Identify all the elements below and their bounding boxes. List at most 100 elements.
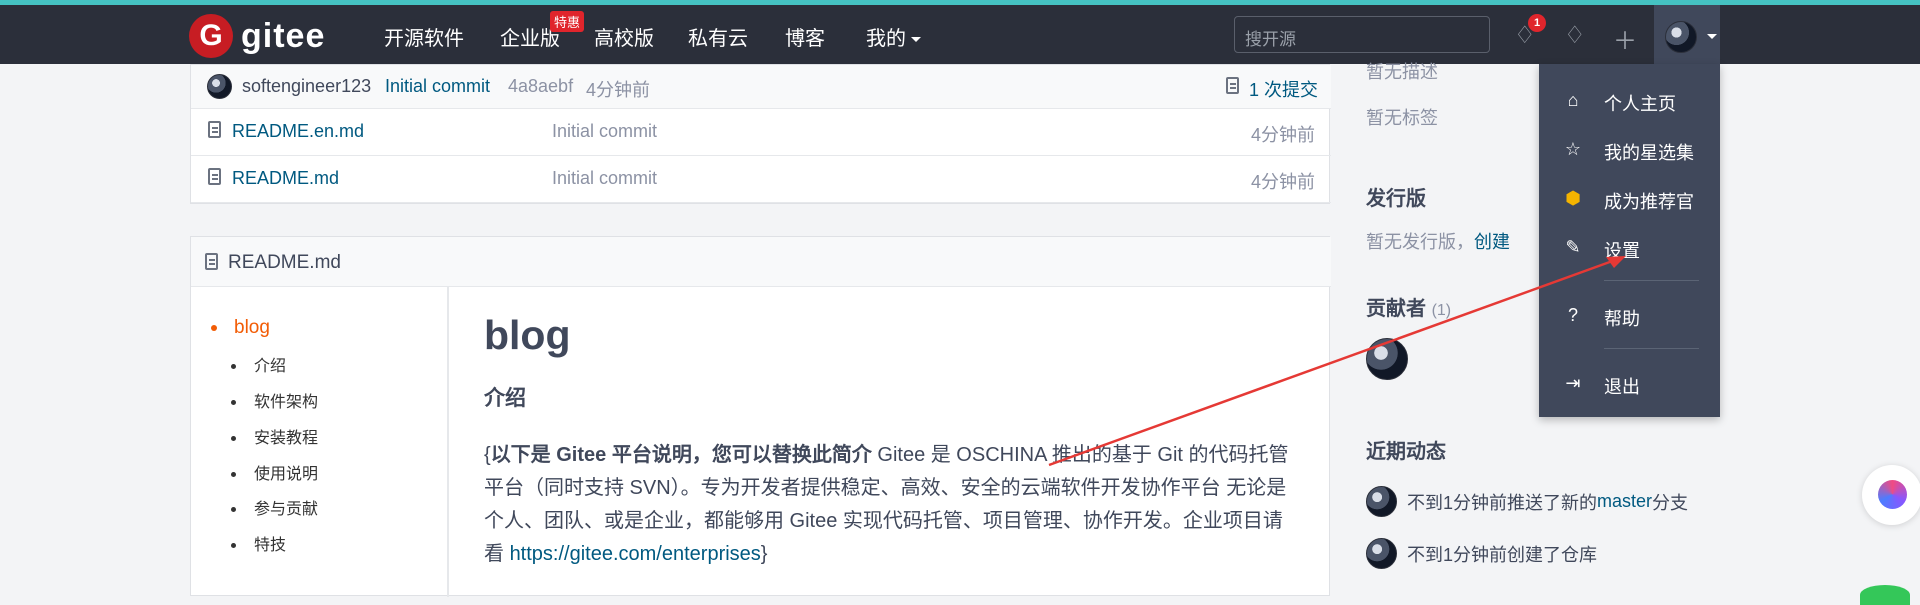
contributors-title-label: 贡献者 <box>1366 298 1426 320</box>
menu-profile[interactable]: ⌂ 个人主页 <box>1539 78 1720 124</box>
floating-assistant-button[interactable] <box>1862 465 1920 525</box>
help-icon: ? <box>1567 305 1578 325</box>
readme-header: README.md <box>191 237 1331 287</box>
nav-education[interactable]: 高校版 <box>594 22 654 51</box>
commit-hash[interactable]: 4a8aebf <box>508 76 573 97</box>
readme-table-of-contents: blog 介绍 软件架构 安装教程 使用说明 参与贡献 特技 <box>191 287 449 597</box>
toc-main-label: blog <box>234 317 270 338</box>
recent-activity-title: 近期动态 <box>1366 441 1446 463</box>
activity-text-suffix: 分支 <box>1652 492 1689 513</box>
activity-text: 不到1分钟前创建了仓库 <box>1407 544 1598 565</box>
activity-text: 不到1分钟前推送了新的 <box>1407 492 1598 513</box>
file-commit-message[interactable]: Initial commit <box>552 121 657 142</box>
menu-recommend-label: 成为推荐官 <box>1604 192 1694 212</box>
menu-divider <box>1604 280 1699 281</box>
paragraph-suffix: } <box>760 543 768 565</box>
readme-filename: README.md <box>228 252 341 273</box>
file-row[interactable]: README.en.md Initial commit 4分钟前 <box>191 109 1331 156</box>
nav-private-cloud[interactable]: 私有云 <box>688 22 748 51</box>
user-avatar <box>1665 21 1697 53</box>
commit-time: 4分钟前 <box>586 80 651 100</box>
recommend-icon: ⬢ <box>1565 188 1581 208</box>
menu-logout[interactable]: ⇥ 退出 <box>1539 361 1720 407</box>
toc-item[interactable]: 特技 <box>231 531 286 555</box>
branch-link[interactable]: master <box>1597 491 1652 512</box>
activity-user-avatar[interactable] <box>1366 486 1397 517</box>
gitee-logo-icon: G <box>189 14 233 58</box>
paragraph-prefix: { <box>484 444 491 466</box>
enterprise-promo-badge: 特惠 <box>550 11 585 32</box>
bullet-icon <box>231 507 236 513</box>
menu-settings-label: 设置 <box>1604 241 1640 261</box>
paragraph-bold-note: 以下是 Gitee 平台说明，您可以替换此简介 <box>490 444 872 466</box>
bullet-icon <box>231 472 236 478</box>
toc-item[interactable]: 参与贡献 <box>231 495 318 519</box>
create-release-link[interactable]: 创建 <box>1474 232 1510 252</box>
file-commit-message[interactable]: Initial commit <box>552 168 657 189</box>
bullet-icon <box>231 364 236 370</box>
bullet-icon <box>231 543 236 549</box>
commit-message-link[interactable]: Initial commit <box>385 76 490 97</box>
top-navbar: G gitee 开源软件 企业版 特惠 高校版 私有云 博客 我的 搜开源 ♢ … <box>0 5 1920 64</box>
file-name-link[interactable]: README.en.md <box>232 121 364 142</box>
file-icon <box>208 168 221 185</box>
logout-icon: ⇥ <box>1565 373 1581 393</box>
contributors-count: (1) <box>1431 302 1452 319</box>
menu-logout-label: 退出 <box>1604 377 1640 397</box>
brain-icon <box>1878 480 1907 509</box>
menu-divider <box>1604 348 1699 349</box>
toc-item[interactable]: 使用说明 <box>231 460 318 484</box>
nav-my-label: 我的 <box>866 28 906 50</box>
readme-file-icon <box>205 253 218 270</box>
plus-icon[interactable]: ＋ <box>1613 21 1637 56</box>
toc-item[interactable]: 软件架构 <box>231 388 318 412</box>
bullet-icon <box>231 400 236 406</box>
enterprise-link[interactable]: https://gitee.com/enterprises <box>510 543 761 565</box>
star-icon: ☆ <box>1564 139 1582 159</box>
menu-help[interactable]: ? 帮助 <box>1539 293 1720 339</box>
file-updated-time: 4分钟前 <box>1251 172 1316 192</box>
menu-recommend[interactable]: ⬢ 成为推荐官 <box>1539 176 1720 222</box>
nav-open-source[interactable]: 开源软件 <box>384 22 464 51</box>
floating-green-button[interactable] <box>1860 585 1910 605</box>
contributors-title: 贡献者 (1) <box>1366 292 1451 321</box>
home-icon: ⌂ <box>1567 90 1579 110</box>
search-input[interactable]: 搜开源 <box>1234 16 1490 53</box>
readme-title: blog <box>484 312 571 358</box>
notification-count-badge: 1 <box>1528 14 1546 32</box>
menu-profile-label: 个人主页 <box>1604 94 1676 114</box>
lightbulb-icon[interactable]: ♢ <box>1564 21 1586 50</box>
file-name-link[interactable]: README.md <box>232 168 339 189</box>
repo-tags: 暂无标签 <box>1366 108 1438 128</box>
commit-history-icon <box>1226 77 1239 94</box>
commit-count-link[interactable]: 1 次提交 <box>1249 76 1318 102</box>
toc-item-label: 参与贡献 <box>254 501 319 518</box>
activity-user-avatar[interactable] <box>1366 538 1397 569</box>
menu-settings[interactable]: ✎ 设置 <box>1539 225 1720 271</box>
gitee-logo[interactable]: G gitee <box>189 14 325 58</box>
user-dropdown-menu: ⌂ 个人主页 ☆ 我的星选集 ⬢ 成为推荐官 ✎ 设置 ? 帮助 ⇥ 退出 <box>1539 64 1720 417</box>
readme-section-heading: 介绍 <box>484 387 526 410</box>
nav-blog[interactable]: 博客 <box>785 22 825 51</box>
contributor-avatar[interactable] <box>1366 338 1408 380</box>
settings-edit-icon: ✎ <box>1565 237 1581 257</box>
release-empty-label: 暂无发行版， <box>1366 232 1474 252</box>
file-row[interactable]: README.md Initial commit 4分钟前 <box>191 156 1331 203</box>
commit-author[interactable]: softengineer123 <box>242 76 371 97</box>
release-empty-text: 暂无发行版，创建 <box>1366 228 1510 254</box>
chevron-down-icon <box>1707 34 1717 39</box>
toc-item-label: 特技 <box>254 537 287 554</box>
readme-panel: README.md blog 介绍 软件架构 安装教程 使用说明 参与贡献 特技… <box>190 236 1331 597</box>
bullet-icon <box>211 324 217 331</box>
user-avatar-menu-trigger[interactable] <box>1654 5 1720 64</box>
file-updated-time: 4分钟前 <box>1251 125 1316 145</box>
toc-item-label: 使用说明 <box>254 466 319 483</box>
repo-description: 暂无描述 <box>1366 62 1438 82</box>
nav-my-menu[interactable]: 我的 <box>866 22 921 51</box>
toc-item[interactable]: 介绍 <box>231 352 286 376</box>
toc-item[interactable]: 安装教程 <box>231 424 318 448</box>
commit-author-avatar <box>207 74 232 99</box>
menu-help-label: 帮助 <box>1604 309 1640 329</box>
menu-starred[interactable]: ☆ 我的星选集 <box>1539 127 1720 173</box>
toc-main-item[interactable]: blog <box>211 317 270 339</box>
